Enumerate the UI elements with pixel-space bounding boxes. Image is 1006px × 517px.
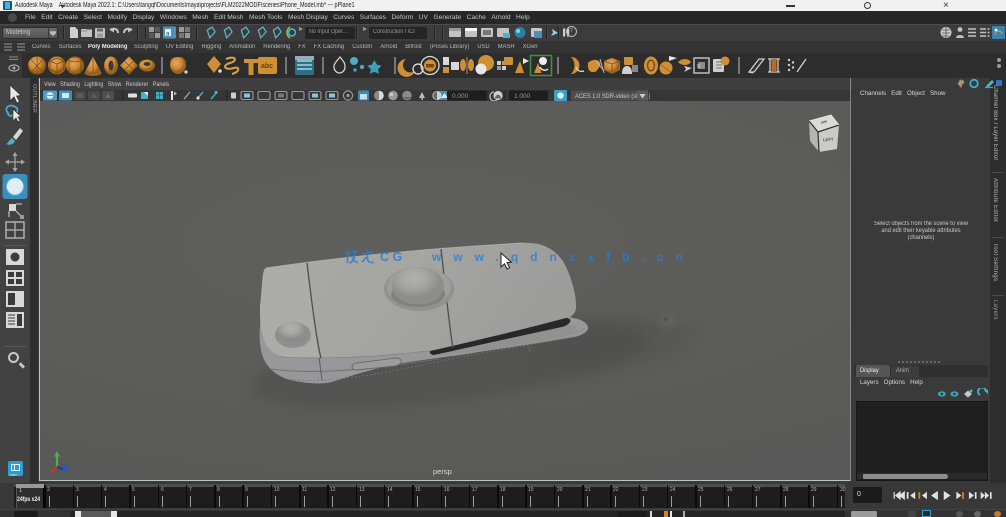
svg-text:LEFT: LEFT: [823, 137, 834, 143]
svg-text:abc: abc: [261, 63, 273, 70]
svg-text:1.000: 1.000: [514, 93, 531, 100]
svg-text:0.000: 0.000: [452, 93, 469, 100]
svg-text:N: N: [697, 64, 701, 70]
